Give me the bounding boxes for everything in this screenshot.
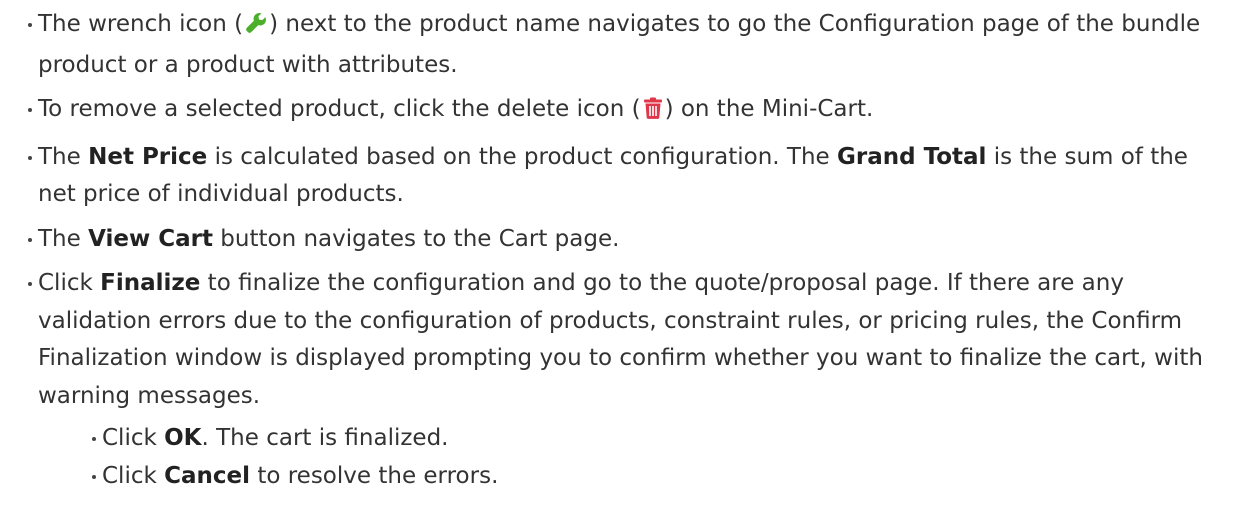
sub-item-ok: Click OK. The cart is finalized. — [92, 420, 1205, 458]
text: Click — [102, 425, 165, 451]
term-grand-total: Grand Total — [836, 143, 987, 170]
text: is calculated based on the product confi… — [207, 143, 837, 170]
text: Click — [38, 270, 101, 296]
text: ) on the Mini-Cart. — [664, 96, 874, 122]
sub-item-cancel: Click Cancel to resolve the errors. — [92, 458, 1205, 496]
document-body: The wrench icon () next to the product n… — [0, 0, 1245, 529]
trash-icon — [643, 94, 663, 132]
term-net-price: Net Price — [88, 143, 208, 170]
wrench-icon — [245, 9, 267, 47]
text: . The cart is finalized. — [201, 425, 449, 451]
list-item-wrench: The wrench icon () next to the product n… — [28, 6, 1205, 84]
text: button navigates to the Cart page. — [212, 225, 620, 252]
text: to finalize the configuration and go to … — [38, 270, 1203, 409]
text: To remove a selected product, click the … — [38, 96, 641, 122]
sub-list: Click OK. The cart is finalized. Click C… — [38, 420, 1205, 495]
text: The — [38, 225, 89, 252]
term-view-cart: View Cart — [88, 225, 213, 252]
bullet-list: The wrench icon () next to the product n… — [28, 6, 1205, 495]
text: The — [38, 143, 89, 170]
list-item-delete: To remove a selected product, click the … — [28, 91, 1205, 132]
list-item-view-cart: The View Cart button navigates to the Ca… — [28, 221, 1205, 259]
text: Click — [102, 462, 165, 489]
list-item-finalize: Click Finalize to finalize the configura… — [28, 265, 1205, 495]
term-ok: OK — [164, 425, 202, 451]
text: The wrench icon ( — [38, 11, 244, 37]
list-item-net-price: The Net Price is calculated based on the… — [28, 139, 1205, 214]
term-finalize: Finalize — [100, 270, 201, 296]
term-cancel: Cancel — [164, 462, 251, 489]
text: to resolve the errors. — [250, 462, 499, 489]
